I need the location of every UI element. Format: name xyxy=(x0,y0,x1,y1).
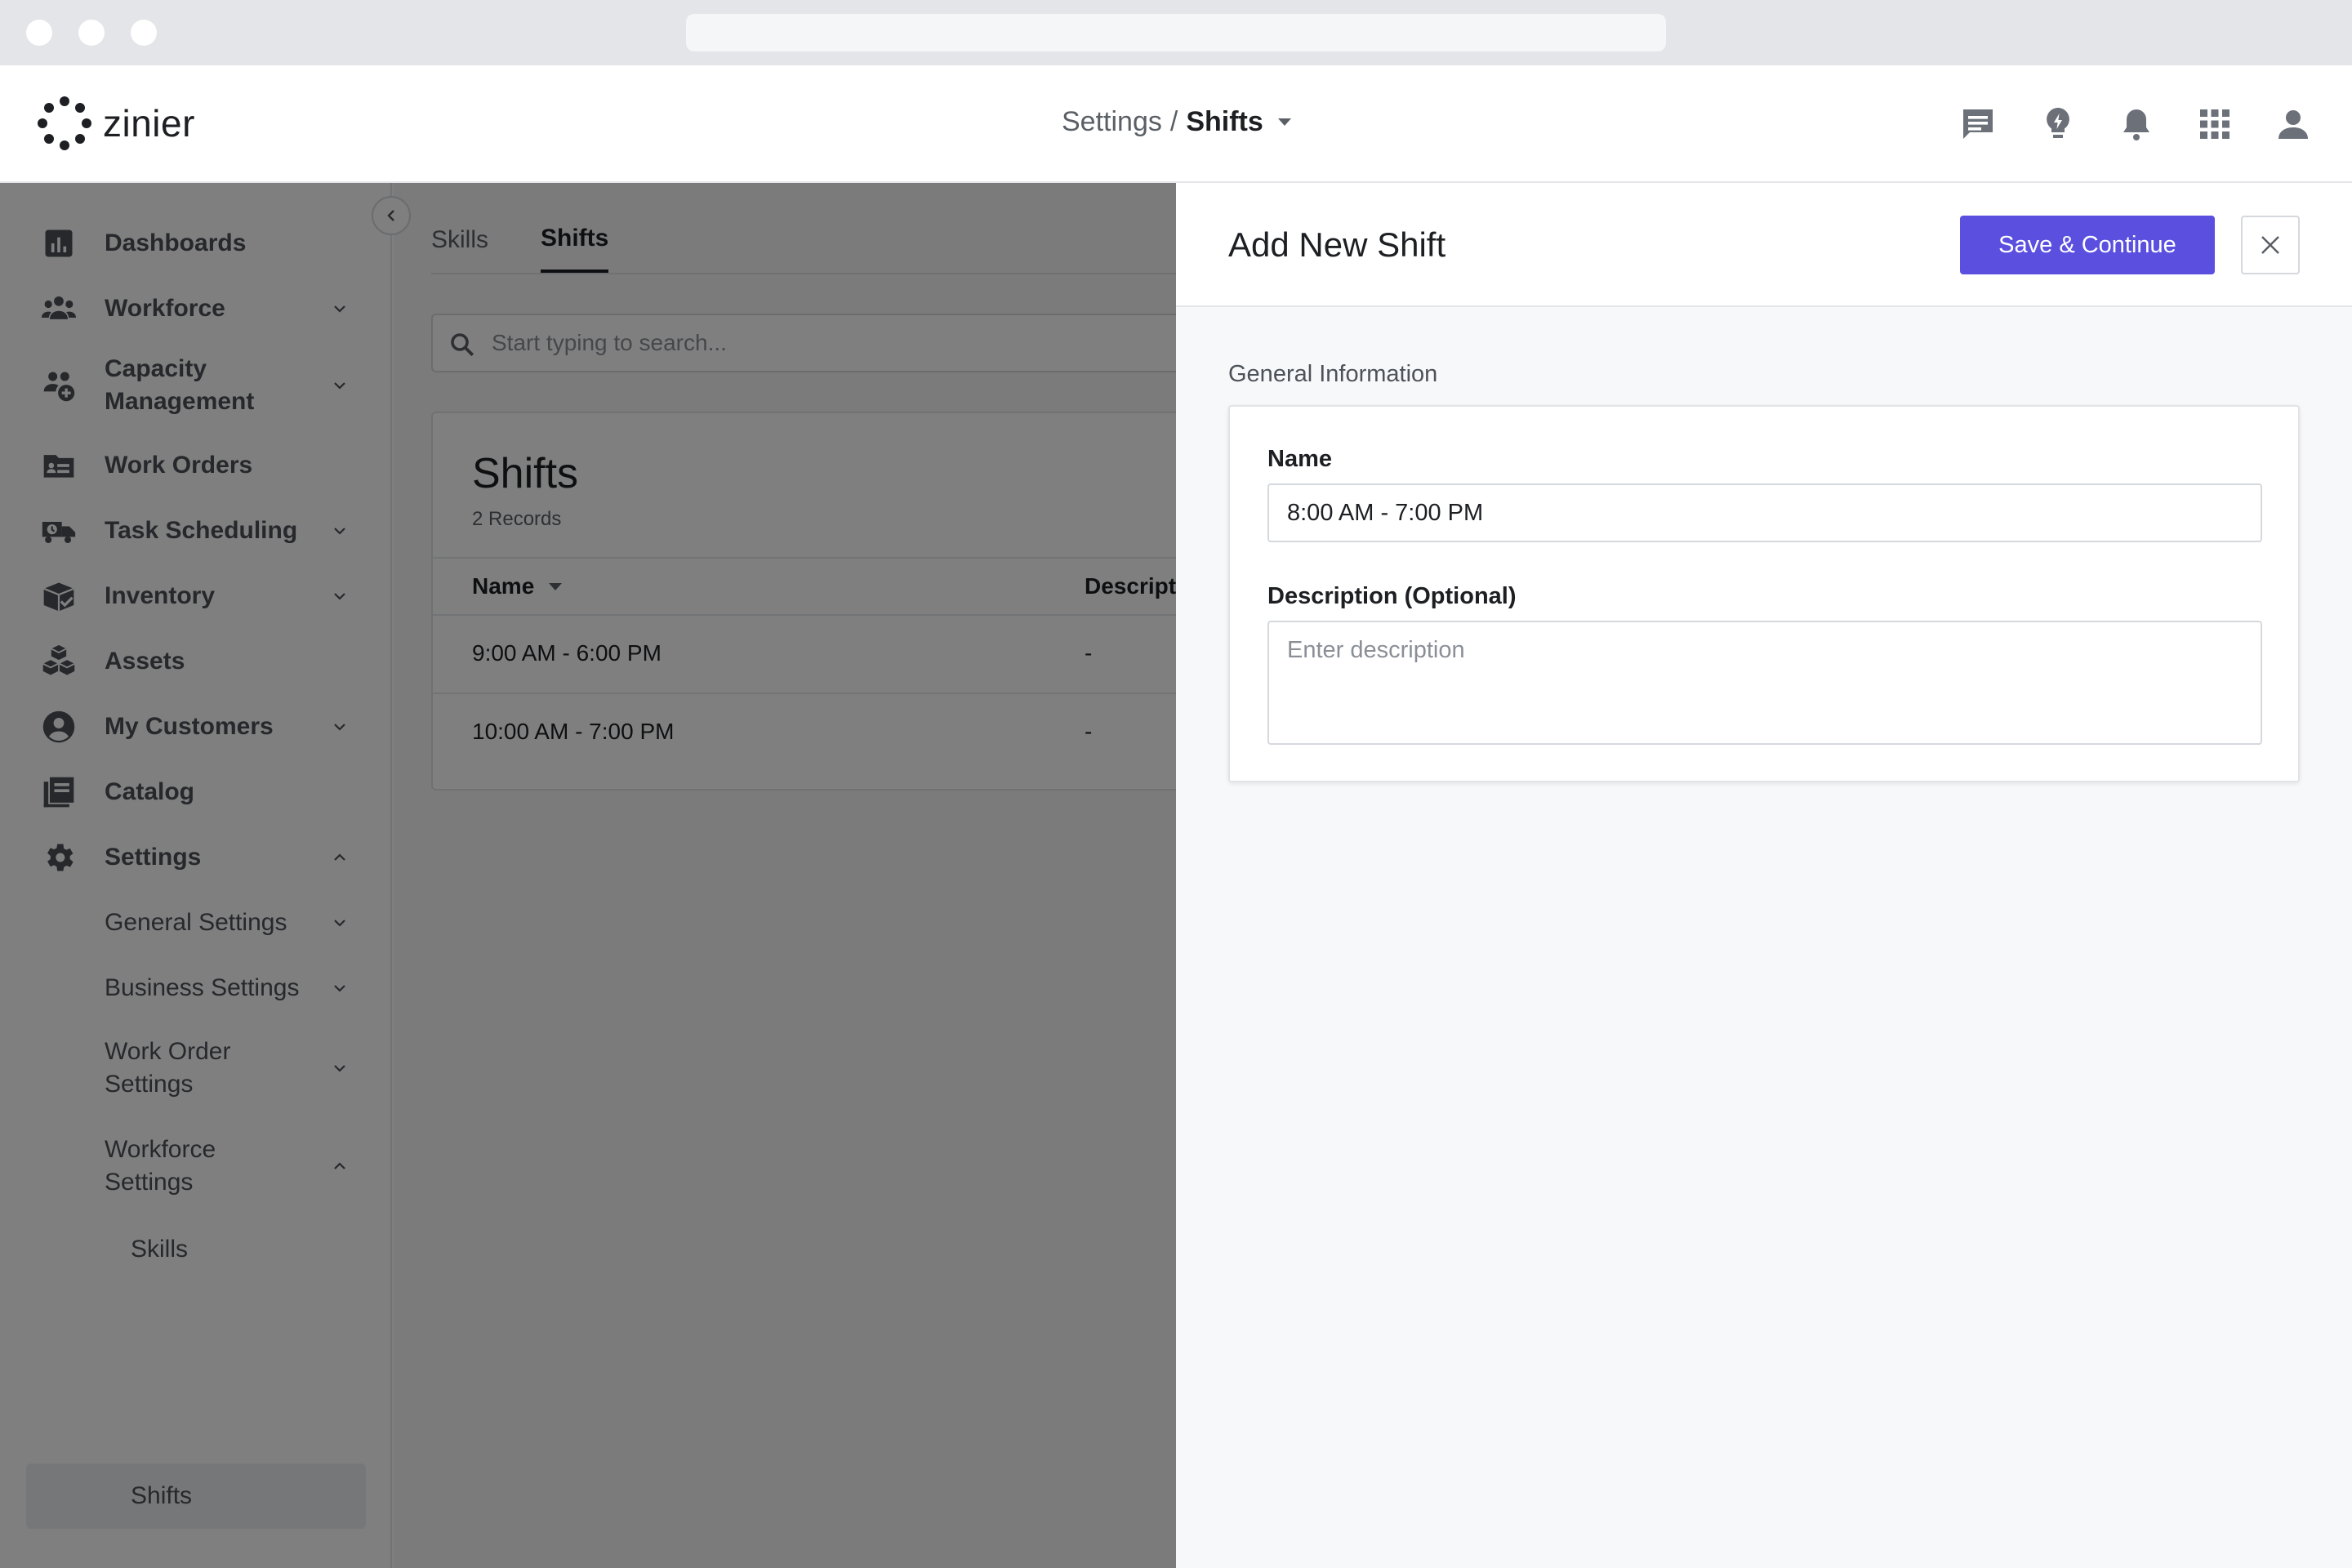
breadcrumb-separator: / xyxy=(1169,106,1178,137)
logo[interactable]: zinier xyxy=(38,96,195,150)
section-label-general-information: General Information xyxy=(1228,361,1438,387)
logo-text: zinier xyxy=(103,102,195,145)
modal-backdrop[interactable] xyxy=(0,183,1176,1568)
description-field[interactable] xyxy=(1267,621,2262,745)
lightbulb-icon[interactable] xyxy=(2038,105,2078,144)
chat-icon[interactable] xyxy=(1958,105,1998,144)
general-information-form: Name Description (Optional) xyxy=(1228,405,2300,782)
address-bar[interactable] xyxy=(686,14,1666,51)
browser-chrome xyxy=(0,0,2352,65)
breadcrumb[interactable]: Settings / Shifts xyxy=(1062,106,1291,138)
name-label: Name xyxy=(1267,446,1332,472)
description-label: Description (Optional) xyxy=(1267,583,1517,609)
drawer-header: Add New Shift Save & Continue xyxy=(1176,183,2352,307)
window-maximize-dot[interactable] xyxy=(131,20,157,46)
window-close-dot[interactable] xyxy=(26,20,52,46)
breadcrumb-dropdown-icon[interactable] xyxy=(1277,118,1291,126)
breadcrumb-parent[interactable]: Settings xyxy=(1062,106,1162,138)
name-field[interactable] xyxy=(1267,483,2262,542)
apps-grid-icon[interactable] xyxy=(2195,105,2234,144)
app-header: zinier Settings / Shifts xyxy=(0,65,2352,183)
breadcrumb-current: Shifts xyxy=(1186,106,1263,137)
close-button[interactable] xyxy=(2241,216,2300,274)
save-continue-button[interactable]: Save & Continue xyxy=(1960,216,2215,274)
logo-mark-icon xyxy=(38,96,91,150)
close-icon xyxy=(2261,236,2279,254)
window-minimize-dot[interactable] xyxy=(78,20,105,46)
user-icon[interactable] xyxy=(2274,105,2313,144)
drawer-title: Add New Shift xyxy=(1228,225,1446,264)
add-shift-drawer: Add New Shift Save & Continue General In… xyxy=(1176,183,2352,1568)
bell-icon[interactable] xyxy=(2117,105,2156,144)
